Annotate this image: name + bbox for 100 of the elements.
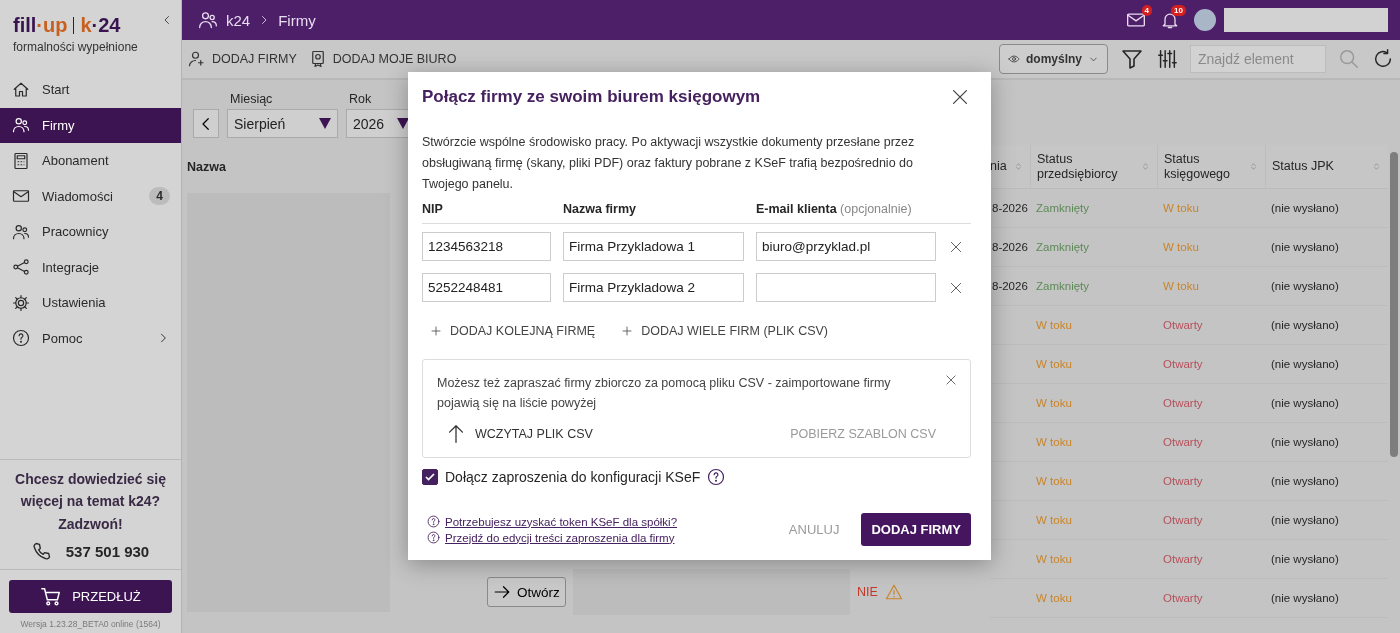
calculator-icon	[12, 151, 30, 170]
status-text: W toku	[1035, 397, 1073, 409]
company-name-field[interactable]: Firma Przykladowa 2	[563, 273, 744, 302]
optional-hint: (opcjonalnie)	[840, 202, 912, 216]
status-text: W toku	[1035, 514, 1073, 526]
column-header[interactable]: Status księgowego	[1164, 151, 1248, 182]
column-header[interactable]: Status JPK	[1272, 159, 1334, 174]
sidebar-item-label: Pracownicy	[42, 224, 109, 240]
checkbox-label: Dołącz zaproszenia do konfiguracji KSeF	[445, 469, 701, 485]
sidebar-item[interactable]: Pracownicy	[0, 214, 181, 250]
help-link[interactable]: Potrzebujesz uzyskać token KSeF dla spółki?	[445, 515, 678, 528]
field-label: Rok	[348, 92, 373, 106]
sidebar-item-label: Integracje	[42, 259, 100, 275]
warning-icon	[884, 583, 903, 601]
share-icon	[12, 258, 30, 277]
open-button[interactable]: Otwórz	[487, 577, 566, 607]
column-header: Nazwa firmy	[563, 202, 636, 216]
table-cell-text: (nie wysłano)	[1270, 241, 1340, 253]
filter-icon[interactable]	[1120, 47, 1144, 71]
table-cell-text: (nie wysłano)	[1270, 202, 1340, 214]
close-button[interactable]	[944, 373, 958, 387]
status-text: Zamknięty	[1035, 280, 1091, 292]
count-badge: 4	[149, 187, 170, 206]
add-link[interactable]: DODAJ WIELE FIRM (PLIK CSV)	[621, 324, 828, 338]
help-icon[interactable]	[707, 468, 726, 486]
table-cell-text: (nie wysłano)	[1270, 358, 1340, 370]
company-name-field[interactable]: Firma Przykladowa 1	[563, 232, 744, 261]
status-text: W toku	[1035, 592, 1073, 604]
cart-icon	[40, 585, 63, 608]
help-icon	[12, 329, 30, 348]
home-icon	[12, 80, 30, 99]
eye-icon	[1008, 53, 1020, 65]
submit-button[interactable]: DODAJ FIRMY	[861, 513, 971, 546]
sidebar-item[interactable]: Integracje	[0, 249, 181, 285]
status-text: W toku	[1035, 436, 1073, 448]
table-cell: 8-2026	[992, 241, 1028, 253]
checkbox[interactable]	[422, 469, 438, 485]
sidebar-item[interactable]: Abonament	[0, 143, 181, 179]
column-header[interactable]: nia	[990, 159, 1007, 174]
sidebar-item[interactable]: Wiadomości 4	[0, 178, 181, 214]
sidebar-item-label: Start	[42, 82, 70, 98]
table-cell-text: (nie wysłano)	[1270, 475, 1340, 487]
refresh-icon[interactable]	[1372, 48, 1394, 70]
status-text: W toku	[1162, 280, 1200, 292]
add-link[interactable]: DODAJ KOLEJNĄ FIRMĘ	[430, 324, 596, 338]
phone-icon	[31, 541, 52, 561]
renew-button[interactable]: PRZEDŁUŻ	[9, 580, 172, 613]
help-icon	[427, 515, 440, 528]
columns-icon[interactable]	[1156, 48, 1178, 70]
upload-button[interactable]: WCZYTAJ PLIK CSV	[445, 423, 593, 445]
info-text: Możesz też zapraszać firmy zbiorczo za pomocą pliku CSV - zaimportowane firmy pojawią się na liście powyżej	[437, 375, 892, 412]
help-link[interactable]: Przejdź do edycji treści zaproszenia dla firmy	[445, 531, 675, 544]
sidebar-item[interactable]: Ustawienia	[0, 285, 181, 321]
table-cell: 8-2026	[992, 202, 1028, 214]
nip-field[interactable]: 1234563218	[422, 232, 551, 261]
logo-tagline: formalności wypełnione	[13, 40, 138, 54]
status-text: Otwarty	[1162, 592, 1204, 604]
search-field[interactable]: Znajdź element	[1190, 45, 1326, 73]
status-text: Otwarty	[1162, 436, 1204, 448]
dropdown[interactable]: Sierpień	[227, 109, 338, 138]
toolbar-action[interactable]: DODAJ MOJE BIURO	[308, 50, 457, 68]
phone-number: 537 501 930	[65, 542, 150, 560]
table-cell: NIE	[857, 585, 878, 599]
dialog-title: Połącz firmy ze swoim biurem księgowym	[422, 87, 761, 107]
status-text: W toku	[1035, 319, 1073, 331]
email-field[interactable]	[756, 273, 936, 302]
column-header[interactable]: Status przedsiębiorcy	[1037, 151, 1140, 182]
people-icon	[12, 116, 30, 135]
table-cell-text: (nie wysłano)	[1270, 319, 1340, 331]
breadcrumb-item[interactable]: k24	[226, 11, 251, 29]
view-select[interactable]: domyślny	[999, 44, 1108, 74]
sidebar-item-label: Pomoc	[42, 330, 83, 346]
nip-field[interactable]: 5252248481	[422, 273, 551, 302]
status-text: W toku	[1035, 475, 1073, 487]
table-cell-text: (nie wysłano)	[1270, 280, 1340, 292]
avatar[interactable]	[1194, 9, 1216, 31]
status-text: W toku	[1162, 241, 1200, 253]
sidebar-item[interactable]: Firmy	[0, 107, 181, 143]
column-header: E-mail klienta	[756, 202, 837, 216]
sidebar-item[interactable]: Start	[0, 72, 181, 108]
email-field[interactable]: biuro@przyklad.pl	[756, 232, 936, 261]
status-text: Otwarty	[1162, 397, 1204, 409]
check-icon	[424, 471, 436, 483]
status-text: Zamknięty	[1035, 202, 1091, 214]
people-icon	[198, 10, 218, 30]
help-icon	[427, 531, 440, 544]
status-text: Zamknięty	[1035, 241, 1091, 253]
toolbar-action[interactable]: DODAJ FIRMY	[188, 50, 297, 68]
sidebar-item-label: Abonament	[42, 153, 109, 169]
previous-button[interactable]	[193, 109, 219, 138]
table-cell-text: (nie wysłano)	[1270, 397, 1340, 409]
people-icon	[12, 222, 30, 241]
table-cell-text: (nie wysłano)	[1270, 553, 1340, 565]
status-text: W toku	[1162, 202, 1200, 214]
column-header[interactable]: Nazwa	[187, 159, 226, 174]
field-label: Miesiąc	[229, 92, 274, 106]
status-text: Otwarty	[1162, 475, 1204, 487]
status-text: W toku	[1035, 553, 1073, 565]
sidebar-item[interactable]: Pomoc	[0, 320, 181, 356]
arrow-right-icon	[493, 583, 512, 601]
